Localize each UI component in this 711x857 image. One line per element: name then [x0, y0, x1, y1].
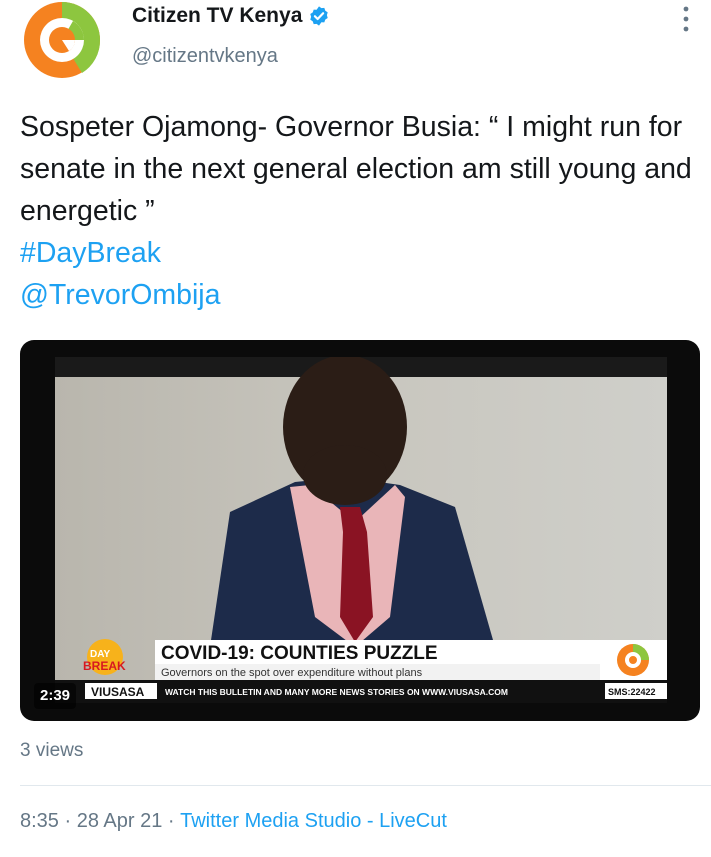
tweet-text: Sospeter Ojamong- Governor Busia: “ I mi… — [20, 111, 692, 227]
mention-link[interactable]: @TrevorOmbija — [20, 274, 692, 316]
more-options-icon[interactable] — [680, 4, 692, 34]
hashtag-link[interactable]: #DayBreak — [20, 232, 692, 274]
tweet-source-link[interactable]: Twitter Media Studio - LiveCut — [180, 810, 447, 833]
verified-badge-icon — [310, 6, 329, 26]
video-headline: COVID-19: COUNTIES PUZZLE — [161, 643, 438, 664]
citizen-tv-logo-avatar[interactable] — [22, 0, 112, 80]
video-player[interactable]: COVID-19: COUNTIES PUZZLE Governors on t… — [20, 340, 700, 721]
ticker-text: WATCH THIS BULLETIN AND MANY MORE NEWS S… — [165, 687, 508, 697]
svg-text:BREAK: BREAK — [83, 659, 126, 673]
tweet-date[interactable]: 28 Apr 21 — [77, 810, 163, 833]
tweet-time[interactable]: 8:35 — [20, 810, 59, 833]
video-subheadline: Governors on the spot over expenditure w… — [161, 667, 423, 679]
video-duration: 2:39 — [34, 683, 77, 709]
view-count: 3 views — [20, 740, 84, 761]
tweet-metadata: 8:35 · 28 Apr 21 · Twitter Media Studio … — [20, 810, 447, 833]
separator: · — [162, 810, 181, 832]
tweet-body: Sospeter Ojamong- Governor Busia: “ I mi… — [20, 106, 692, 316]
author-name-row[interactable]: Citizen TV Kenya — [132, 4, 330, 28]
divider — [20, 785, 711, 786]
ticker-sms: SMS:22422 — [608, 687, 656, 697]
ticker-brand: VIUSASA — [91, 685, 145, 699]
author-display-name[interactable]: Citizen TV Kenya — [132, 4, 302, 28]
separator: · — [58, 810, 77, 832]
citizen-tv-watermark-icon — [617, 644, 649, 676]
author-handle[interactable]: @citizentvkenya — [132, 45, 278, 68]
video-frame[interactable]: COVID-19: COUNTIES PUZZLE Governors on t… — [55, 357, 667, 703]
tweet-header: Citizen TV Kenya @citizentvkenya — [20, 0, 700, 90]
